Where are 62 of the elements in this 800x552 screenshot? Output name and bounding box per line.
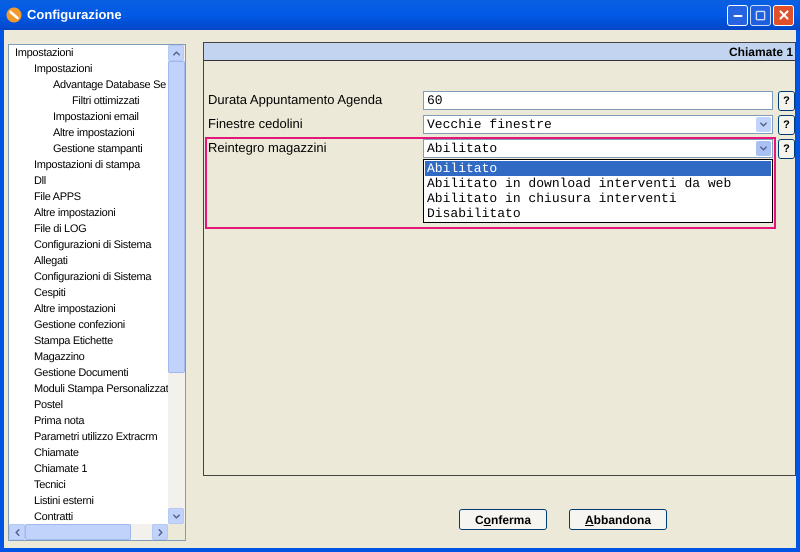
tree-item[interactable]: Altre impostazioni bbox=[53, 127, 134, 139]
tree-item[interactable]: Contratti bbox=[34, 511, 73, 523]
tree-item[interactable]: Cespiti bbox=[34, 287, 66, 299]
tree-item[interactable]: Impostazioni di stampa bbox=[34, 159, 140, 171]
tree-item[interactable]: Impostazioni bbox=[15, 47, 74, 59]
dropdown-option[interactable]: Disabilitato bbox=[425, 206, 771, 221]
tree-item[interactable]: File APPS bbox=[34, 191, 81, 203]
tree-item[interactable]: Configurazioni di Sistema bbox=[34, 271, 152, 283]
tree-item[interactable]: Altre impostazioni bbox=[34, 303, 116, 315]
field-label: Reintegro magazzini bbox=[208, 139, 328, 157]
field-label: Durata Appuntamento Agenda bbox=[208, 91, 384, 109]
tree-item[interactable]: Tecnici bbox=[34, 479, 66, 491]
horizontal-scrollbar[interactable] bbox=[9, 524, 168, 540]
tree-item[interactable]: Postel bbox=[34, 399, 63, 411]
tree-item[interactable]: Advantage Database Se bbox=[53, 79, 166, 91]
scroll-thumb[interactable] bbox=[25, 524, 131, 540]
scroll-down-button[interactable] bbox=[168, 508, 184, 524]
app-icon bbox=[6, 7, 22, 23]
tree-item[interactable]: File di LOG bbox=[34, 223, 86, 235]
dialog-button[interactable]: Abbandona bbox=[569, 509, 667, 530]
dropdown-option[interactable]: Abilitato in chiusura interventi bbox=[425, 191, 771, 206]
tree-item[interactable]: Allegati bbox=[34, 255, 68, 267]
scroll-left-button[interactable] bbox=[9, 524, 25, 540]
tree-item[interactable]: Gestione stampanti bbox=[53, 143, 142, 155]
window-title: Configurazione bbox=[27, 6, 123, 24]
scrollbar-corner bbox=[168, 524, 185, 540]
dropdown-option[interactable]: Abilitato in download interventi da web bbox=[425, 176, 771, 191]
dropdown-field[interactable]: Vecchie finestre bbox=[423, 115, 773, 134]
tree-item[interactable]: Filtri ottimizzati bbox=[72, 95, 140, 107]
scroll-right-button[interactable] bbox=[152, 524, 168, 540]
tree-item[interactable]: Gestione confezioni bbox=[34, 319, 125, 331]
tree-item[interactable]: Altre impostazioni bbox=[34, 207, 116, 219]
tree-item[interactable]: Impostazioni email bbox=[53, 111, 139, 123]
tree-item[interactable]: Listini esterni bbox=[34, 495, 94, 507]
vertical-scrollbar[interactable] bbox=[168, 45, 185, 524]
maximize-button[interactable] bbox=[750, 4, 771, 26]
tree-item[interactable]: Chiamate bbox=[34, 447, 79, 459]
dropdown-field[interactable]: Abilitato bbox=[423, 139, 773, 158]
dialog-button[interactable]: Conferma bbox=[459, 509, 547, 530]
minimize-button[interactable] bbox=[727, 4, 748, 26]
close-icon bbox=[776, 8, 790, 22]
help-button[interactable]: ? bbox=[778, 91, 795, 111]
tree-item[interactable]: Stampa Etichette bbox=[34, 335, 113, 347]
tree-item[interactable]: Parametri utilizzo Extracrm bbox=[34, 431, 158, 443]
scroll-thumb[interactable] bbox=[168, 61, 185, 373]
panel-title: Chiamate 1 bbox=[728, 44, 793, 60]
tree-item[interactable]: Gestione Documenti bbox=[34, 367, 128, 379]
tree-item[interactable]: Magazzino bbox=[34, 351, 84, 363]
text-field[interactable]: 60 bbox=[423, 91, 773, 110]
tree-item[interactable]: Chiamate 1 bbox=[34, 463, 88, 475]
tree-item[interactable]: Configurazioni di Sistema bbox=[34, 239, 152, 251]
tree-item[interactable]: Prima nota bbox=[34, 415, 84, 427]
scroll-up-button[interactable] bbox=[168, 45, 184, 61]
tree-item[interactable]: Moduli Stampa Personalizzat bbox=[34, 383, 168, 395]
close-button[interactable] bbox=[773, 4, 794, 26]
field-label: Finestre cedolini bbox=[208, 115, 304, 133]
maximize-icon bbox=[755, 10, 766, 20]
tree-item[interactable]: Impostazioni bbox=[34, 63, 92, 75]
help-button[interactable]: ? bbox=[778, 115, 795, 135]
dropdown-option[interactable]: Abilitato bbox=[425, 161, 771, 176]
help-button[interactable]: ? bbox=[778, 139, 795, 159]
tree-item[interactable]: Dll bbox=[34, 175, 46, 187]
